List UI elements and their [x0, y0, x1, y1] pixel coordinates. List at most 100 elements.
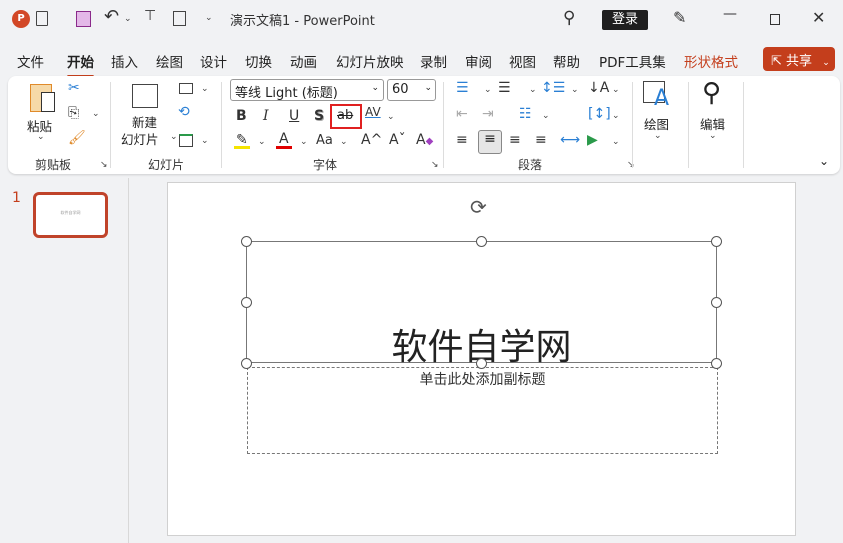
increase-indent-icon[interactable]: ⇥ [482, 106, 494, 122]
spacing-dropdown[interactable]: ⌄ [387, 112, 395, 122]
tab-help[interactable]: 帮助 [553, 51, 580, 71]
login-button[interactable]: 登录 [602, 10, 648, 30]
section-dropdown[interactable]: ⌄ [201, 136, 209, 146]
bullets-dropdown[interactable]: ⌄ [484, 85, 492, 95]
shrink-font-button[interactable]: Aˇ [389, 132, 406, 148]
font-name-select[interactable]: 等线 Light (标题) ⌄ [230, 79, 384, 101]
change-case-button[interactable]: Aa [316, 133, 333, 148]
designer-icon[interactable]: ✎ [673, 8, 686, 27]
tab-transitions[interactable]: 切换 [245, 51, 272, 71]
italic-button[interactable]: I [263, 108, 269, 124]
tab-slideshow[interactable]: 幻灯片放映 [336, 51, 404, 71]
resize-handle[interactable] [476, 236, 487, 247]
smartart-icon[interactable]: ▶ [587, 132, 598, 148]
slide-canvas[interactable]: 软件自学网 单击此处添加副标题 ⟳ [167, 182, 796, 536]
resize-handle[interactable] [476, 358, 487, 369]
numbering-icon[interactable]: ☰ [498, 80, 511, 96]
pane-splitter[interactable] [128, 178, 129, 543]
font-launcher-icon[interactable]: ↘ [431, 160, 439, 170]
tab-shape-format[interactable]: 形状格式 [684, 51, 738, 71]
align-text-dropdown[interactable]: ⌄ [612, 111, 620, 121]
resize-handle[interactable] [711, 297, 722, 308]
tab-file[interactable]: 文件 [17, 51, 44, 78]
decrease-indent-icon[interactable]: ⇤ [456, 106, 468, 122]
tab-insert[interactable]: 插入 [111, 51, 138, 71]
new-slide-icon[interactable] [132, 84, 158, 108]
new-file-icon[interactable] [36, 11, 48, 26]
align-text-icon[interactable]: [↕] [588, 106, 611, 122]
grow-font-button[interactable]: A^ [361, 132, 382, 148]
copy-icon[interactable]: ⎘ [68, 105, 79, 121]
resize-handle[interactable] [711, 236, 722, 247]
tab-design[interactable]: 设计 [200, 51, 227, 71]
tab-home[interactable]: 开始 [67, 51, 94, 78]
tab-review[interactable]: 审阅 [465, 51, 492, 71]
resize-handle[interactable] [241, 236, 252, 247]
bold-button[interactable]: B [236, 108, 247, 124]
align-center-icon[interactable]: ≡ [478, 130, 502, 154]
undo-icon[interactable]: ↶ [104, 6, 119, 27]
title-placeholder[interactable]: 软件自学网 [246, 241, 717, 368]
text-direction-icon[interactable]: ↓A [588, 80, 609, 96]
editing-dropdown[interactable]: ⌄ [709, 131, 717, 141]
format-painter-icon[interactable]: 🖌 [68, 130, 86, 146]
resize-handle[interactable] [241, 358, 252, 369]
search-icon[interactable]: ⚲ [563, 8, 575, 28]
rotate-handle-icon[interactable]: ⟳ [470, 195, 487, 219]
save-icon[interactable] [76, 11, 91, 27]
paragraph-launcher-icon[interactable]: ↘ [627, 160, 635, 170]
drawing-dropdown[interactable]: ⌄ [654, 131, 662, 141]
line-spacing-icon[interactable]: ↕☰ [541, 80, 565, 96]
reset-icon[interactable]: ⟲ [178, 104, 190, 120]
distribute-icon[interactable]: ⟷ [560, 132, 580, 148]
resize-handle[interactable] [711, 358, 722, 369]
share-button[interactable]: ⇱ 共享 ⌄ [763, 47, 835, 71]
present-icon[interactable]: ⊤ [144, 8, 156, 24]
shadow-button[interactable]: S [314, 108, 324, 124]
tab-pdf-tools[interactable]: PDF工具集 [599, 51, 666, 71]
tab-animations[interactable]: 动画 [290, 51, 317, 71]
section-icon[interactable] [179, 134, 193, 147]
font-size-select[interactable]: 60 ⌄ [387, 79, 436, 101]
slide-subtitle[interactable]: 单击此处添加副标题 [248, 369, 717, 389]
close-button[interactable]: ✕ [812, 8, 825, 27]
editing-search-icon[interactable]: ⚲ [702, 78, 721, 108]
paste-dropdown[interactable]: ⌄ [37, 132, 45, 142]
minimize-button[interactable]: — [723, 6, 737, 22]
line-spacing-dropdown[interactable]: ⌄ [571, 85, 579, 95]
copy-dropdown[interactable]: ⌄ [92, 109, 100, 119]
font-color-button[interactable]: A [279, 131, 289, 147]
text-direction-dropdown[interactable]: ⌄ [612, 85, 620, 95]
undo-dropdown[interactable]: ⌄ [124, 14, 132, 24]
justify-icon[interactable]: ≡ [535, 132, 547, 148]
align-left-icon[interactable]: ≡ [456, 132, 468, 148]
clear-formatting-button[interactable]: A◆ [416, 132, 433, 148]
columns-icon[interactable]: ☷ [519, 106, 532, 122]
bullets-icon[interactable]: ☰ [456, 80, 469, 96]
tab-draw[interactable]: 绘图 [156, 51, 183, 71]
change-case-dropdown[interactable]: ⌄ [340, 137, 348, 147]
slide-thumbnail[interactable]: 软件自学网 [33, 192, 108, 238]
clipboard-launcher-icon[interactable]: ↘ [100, 160, 108, 170]
subtitle-placeholder[interactable]: 单击此处添加副标题 [247, 367, 718, 454]
align-right-icon[interactable]: ≡ [509, 132, 521, 148]
columns-dropdown[interactable]: ⌄ [542, 111, 550, 121]
layout-dropdown[interactable]: ⌄ [201, 84, 209, 94]
underline-button[interactable]: U [289, 108, 299, 124]
new-slide-label-2[interactable]: 幻灯片 [121, 129, 159, 148]
layout-icon[interactable] [179, 83, 193, 94]
strikethrough-button[interactable]: ab [330, 104, 362, 129]
smartart-dropdown[interactable]: ⌄ [612, 137, 620, 147]
customize-toolbar-icon[interactable]: ⌄ [205, 13, 213, 23]
font-color-dropdown[interactable]: ⌄ [300, 137, 308, 147]
numbering-dropdown[interactable]: ⌄ [529, 85, 537, 95]
character-spacing-button[interactable]: AV [365, 105, 381, 119]
collapse-ribbon-icon[interactable]: ⌄ [819, 154, 829, 168]
tab-view[interactable]: 视图 [509, 51, 536, 71]
maximize-button[interactable] [770, 14, 780, 25]
touch-mode-icon[interactable] [173, 11, 186, 26]
tab-record[interactable]: 录制 [420, 51, 447, 71]
new-slide-dropdown[interactable]: ⌄ [170, 132, 178, 142]
highlight-dropdown[interactable]: ⌄ [258, 137, 266, 147]
resize-handle[interactable] [241, 297, 252, 308]
